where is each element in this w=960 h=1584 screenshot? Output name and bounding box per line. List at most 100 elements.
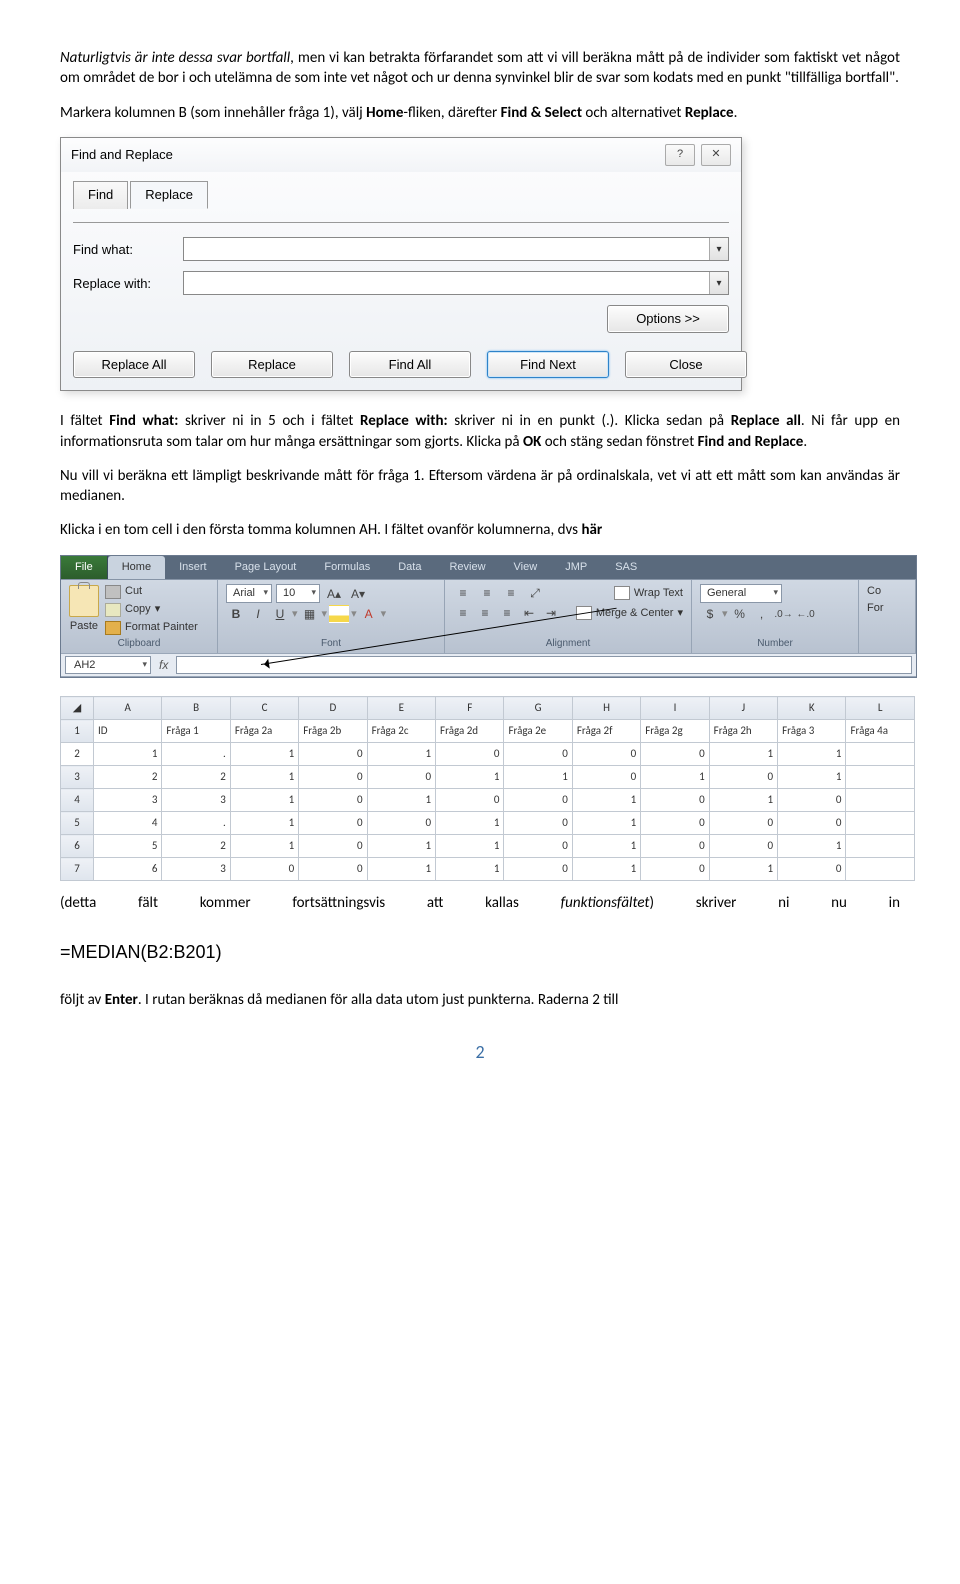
italic-button[interactable]: I xyxy=(248,605,268,623)
cell[interactable]: 0 xyxy=(641,743,709,766)
cell[interactable]: 1 xyxy=(436,766,504,789)
decrease-decimal-button[interactable]: ←.0 xyxy=(796,605,816,623)
cell[interactable]: 0 xyxy=(367,812,435,835)
cell[interactable]: 0 xyxy=(504,835,572,858)
cell[interactable]: 1 xyxy=(778,835,846,858)
cell[interactable]: 4 xyxy=(94,812,162,835)
cell[interactable] xyxy=(846,835,915,858)
cell[interactable]: 1 xyxy=(367,789,435,812)
number-format-select[interactable]: General xyxy=(700,584,782,603)
format-painter-button[interactable]: Format Painter xyxy=(105,620,198,635)
replace-with-field[interactable]: ▾ xyxy=(183,271,729,295)
cell[interactable]: 0 xyxy=(778,858,846,881)
cell[interactable]: 3 xyxy=(162,789,230,812)
col-G[interactable]: G xyxy=(504,697,572,720)
ribbon-tab-view[interactable]: View xyxy=(500,556,552,580)
align-left-button[interactable]: ≡ xyxy=(453,604,473,622)
ribbon-tab-data[interactable]: Data xyxy=(384,556,435,580)
ribbon-tab-formulas[interactable]: Formulas xyxy=(310,556,384,580)
wrap-text-button[interactable]: Wrap Text xyxy=(614,586,683,601)
font-color-button[interactable]: A xyxy=(359,605,379,623)
col-I[interactable]: I xyxy=(641,697,709,720)
cell[interactable]: 0 xyxy=(436,789,504,812)
cell[interactable]: 0 xyxy=(778,789,846,812)
cell[interactable]: 0 xyxy=(709,766,777,789)
copy-button[interactable]: Copy ▾ xyxy=(105,602,198,617)
find-what-input[interactable] xyxy=(184,238,709,260)
replace-with-input[interactable] xyxy=(184,272,709,294)
cell[interactable]: 1 xyxy=(230,789,298,812)
cell[interactable]: 0 xyxy=(572,766,640,789)
paste-icon[interactable] xyxy=(69,585,99,617)
cell[interactable]: 1 xyxy=(436,812,504,835)
col-J[interactable]: J xyxy=(709,697,777,720)
row-header[interactable]: 7 xyxy=(61,858,94,881)
col-C[interactable]: C xyxy=(230,697,298,720)
col-H[interactable]: H xyxy=(572,697,640,720)
cell[interactable]: Fråga 1 xyxy=(162,720,230,743)
percent-button[interactable]: % xyxy=(730,605,750,623)
cell[interactable] xyxy=(846,789,915,812)
cell[interactable]: 0 xyxy=(709,812,777,835)
cell[interactable]: Fråga 3 xyxy=(778,720,846,743)
cell[interactable]: 3 xyxy=(162,858,230,881)
shrink-font-button[interactable]: A▾ xyxy=(348,585,368,603)
cell[interactable]: 1 xyxy=(367,743,435,766)
merge-center-button[interactable]: Merge & Center ▾ xyxy=(576,606,683,621)
cell[interactable]: 1 xyxy=(572,858,640,881)
cell[interactable]: 0 xyxy=(641,858,709,881)
increase-decimal-button[interactable]: .0→ xyxy=(774,605,794,623)
align-middle-button[interactable]: ≡ xyxy=(477,584,497,602)
ribbon-tab-page-layout[interactable]: Page Layout xyxy=(221,556,311,580)
cell[interactable] xyxy=(846,766,915,789)
row-header[interactable]: 5 xyxy=(61,812,94,835)
col-K[interactable]: K xyxy=(778,697,846,720)
cell[interactable]: 0 xyxy=(299,835,367,858)
row-header[interactable]: 3 xyxy=(61,766,94,789)
col-D[interactable]: D xyxy=(299,697,367,720)
find-all-button[interactable]: Find All xyxy=(349,351,471,379)
cell[interactable]: 1 xyxy=(572,789,640,812)
align-right-button[interactable]: ≡ xyxy=(497,604,517,622)
col-E[interactable]: E xyxy=(367,697,435,720)
cell[interactable]: 0 xyxy=(504,858,572,881)
underline-button[interactable]: U xyxy=(270,605,290,623)
ribbon-tab-insert[interactable]: Insert xyxy=(165,556,221,580)
cell[interactable]: 6 xyxy=(94,858,162,881)
name-box[interactable]: AH2 xyxy=(65,656,151,675)
cell[interactable]: 2 xyxy=(94,766,162,789)
tab-find[interactable]: Find xyxy=(73,181,128,210)
cell[interactable]: 1 xyxy=(778,743,846,766)
cell[interactable]: 0 xyxy=(504,743,572,766)
cell[interactable] xyxy=(846,743,915,766)
orientation-button[interactable]: ⤢ xyxy=(525,584,545,602)
align-bottom-button[interactable]: ≡ xyxy=(501,584,521,602)
fx-icon[interactable]: fx xyxy=(159,657,168,673)
cell[interactable] xyxy=(846,812,915,835)
help-button[interactable]: ? xyxy=(665,144,695,166)
cell[interactable]: . xyxy=(162,812,230,835)
find-what-field[interactable]: ▾ xyxy=(183,237,729,261)
cell[interactable]: 0 xyxy=(504,812,572,835)
ribbon-tab-home[interactable]: Home xyxy=(108,556,165,580)
ribbon-tab-file[interactable]: File xyxy=(61,556,108,580)
cell[interactable]: 0 xyxy=(778,812,846,835)
replace-button[interactable]: Replace xyxy=(211,351,333,379)
col-B[interactable]: B xyxy=(162,697,230,720)
cell[interactable]: 1 xyxy=(778,766,846,789)
font-name-select[interactable]: Arial xyxy=(226,584,272,603)
indent-decrease-button[interactable]: ⇤ xyxy=(519,604,539,622)
cell[interactable]: 1 xyxy=(230,766,298,789)
cell[interactable]: 0 xyxy=(436,743,504,766)
cell[interactable]: Fråga 2b xyxy=(299,720,367,743)
cell[interactable]: 1 xyxy=(572,835,640,858)
cell[interactable]: 0 xyxy=(299,858,367,881)
cell[interactable]: Fråga 4a xyxy=(846,720,915,743)
currency-button[interactable]: $ xyxy=(700,605,720,623)
cell[interactable]: 2 xyxy=(162,766,230,789)
cell[interactable]: 0 xyxy=(641,789,709,812)
cell[interactable]: 1 xyxy=(230,812,298,835)
row-header[interactable]: 6 xyxy=(61,835,94,858)
row-1[interactable]: 1 xyxy=(61,720,94,743)
cell[interactable]: ID xyxy=(94,720,162,743)
